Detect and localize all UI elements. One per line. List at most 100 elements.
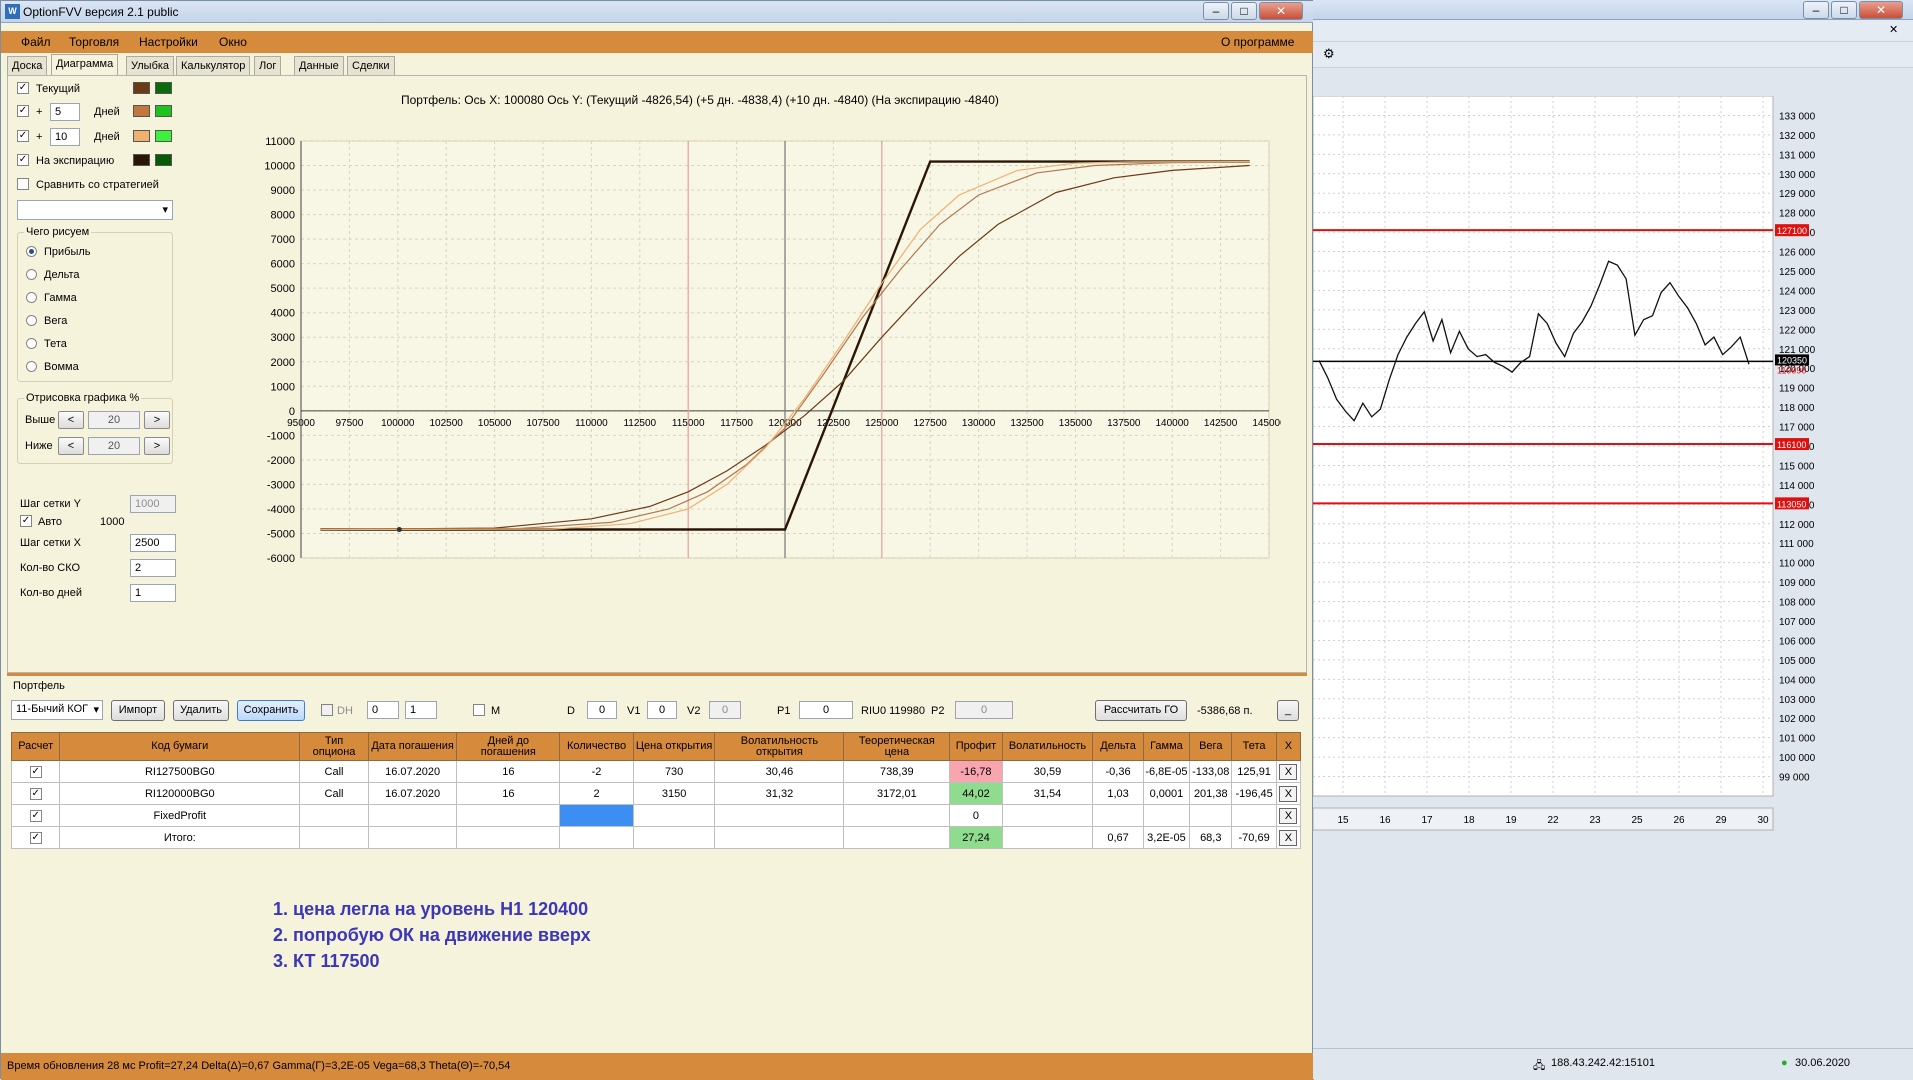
radio-vega[interactable] [26,315,37,326]
dh-spin-2[interactable]: 1 [405,701,437,719]
expiry-color-swatch[interactable] [133,154,150,166]
plus5-checkbox[interactable]: ✓ [17,105,29,117]
d-input[interactable]: 0 [587,701,617,719]
menu-trading[interactable]: Торговля [69,35,119,49]
radio-gamma[interactable] [26,292,37,303]
v1-input[interactable]: 0 [647,701,677,719]
row-delete-button[interactable]: X [1279,785,1298,802]
menu-settings[interactable]: Настройки [139,35,198,49]
close-icon[interactable]: ✕ [1259,2,1303,20]
settings-icon[interactable]: ⚙ [1323,46,1335,62]
row-delete-button[interactable]: X [1279,829,1298,846]
radio-profit[interactable] [26,246,37,257]
col-type[interactable]: Тип опциона [299,732,369,761]
table-row[interactable]: ✓ RI120000BG0 Call 16.07.2020 16 2 3150 … [10,782,1302,805]
m-checkbox[interactable] [473,704,485,716]
col-qty[interactable]: Количество [559,732,634,761]
strategy-dropdown[interactable]: 11-Бычий КОГ ▾ [11,700,103,720]
tab-smile[interactable]: Улыбка [126,56,175,75]
dh-checkbox[interactable] [321,704,333,716]
maximize-icon[interactable]: □ [1831,1,1857,19]
current-color-swatch-2[interactable] [155,82,172,94]
tab-deals[interactable]: Сделки [347,56,395,75]
strategy-select[interactable]: ▾ [17,200,173,220]
cell-price[interactable]: 730 [632,760,716,783]
calc-go-button[interactable]: Рассчитать ГО [1095,700,1187,721]
import-button[interactable]: Импорт [111,700,165,721]
days-count-input[interactable]: 1 [130,584,176,602]
sko-input[interactable]: 2 [130,559,176,577]
minimize-icon[interactable]: – [1803,1,1829,19]
below-decrease-button[interactable]: < [58,437,84,455]
grid-y-input[interactable]: 1000 [130,495,176,513]
col-theo[interactable]: Теоретическая цена [843,732,951,761]
minimize-icon[interactable]: – [1203,2,1229,20]
radio-vomma[interactable] [26,361,37,372]
col-price[interactable]: Цена открытия [632,732,716,761]
menu-about[interactable]: О программе [1221,35,1294,49]
v2-input[interactable]: 0 [709,701,741,719]
p1-input[interactable]: 0 [799,701,853,719]
table-row[interactable]: ✓ RI127500BG0 Call 16.07.2020 16 -2 730 … [10,760,1302,783]
above-value[interactable]: 20 [88,411,140,429]
cell-profit[interactable]: 0 [949,804,1003,827]
expiry-checkbox[interactable]: ✓ [17,154,29,166]
col-theta[interactable]: Тета [1231,732,1277,761]
maximize-icon[interactable]: □ [1231,2,1257,20]
radio-delta[interactable] [26,269,37,280]
delete-button[interactable]: Удалить [173,700,229,721]
close-icon[interactable]: ✕ [1889,23,1898,36]
menu-window[interactable]: Окно [219,35,247,49]
row-calc-checkbox[interactable]: ✓ [29,766,42,778]
col-vol[interactable]: Волатильность [1001,732,1094,761]
radio-theta[interactable] [26,338,37,349]
auto-checkbox[interactable]: ✓ [20,515,32,527]
plus10-checkbox[interactable]: ✓ [17,130,29,142]
above-increase-button[interactable]: > [144,411,170,429]
col-vol-open[interactable]: Волатильность открытия [714,732,845,761]
tab-data[interactable]: Данные [294,56,344,75]
expiry-color-swatch-2[interactable] [155,154,172,166]
plus5-color-swatch-2[interactable] [155,105,172,117]
above-decrease-button[interactable]: < [58,411,84,429]
menu-file[interactable]: Файл [21,35,51,49]
row-calc-checkbox[interactable]: ✓ [29,832,42,844]
table-row[interactable]: ✓ FixedProfit 0 X [10,804,1302,827]
tab-diagram[interactable]: Диаграмма [51,54,119,75]
col-delta[interactable]: Дельта [1092,732,1144,761]
col-code[interactable]: Код бумаги [59,732,301,761]
p2-input[interactable]: 0 [955,701,1013,719]
col-vega[interactable]: Вега [1189,732,1233,761]
col-calc[interactable]: Расчет [10,732,61,761]
panel-minimize-button[interactable]: _ [1277,700,1299,721]
col-profit[interactable]: Профит [949,732,1003,761]
col-gamma[interactable]: Гамма [1142,732,1191,761]
dh-spin-1[interactable]: 0 [367,701,399,719]
tab-calculator[interactable]: Калькулятор [176,56,251,75]
compare-checkbox[interactable] [17,178,29,190]
col-days[interactable]: Дней до погашения [456,732,561,761]
row-calc-checkbox[interactable]: ✓ [29,810,42,822]
plus10-days-input[interactable]: 10 [50,128,80,146]
tab-board[interactable]: Доска [7,56,48,75]
cell-price[interactable] [632,804,716,827]
plus10-color-swatch-2[interactable] [155,130,172,142]
col-date[interactable]: Дата погашения [367,732,458,761]
plus10-color-swatch[interactable] [133,130,150,142]
cell-qty[interactable]: 2 [559,782,634,805]
cell-qty[interactable] [559,804,634,827]
grid-x-input[interactable]: 2500 [130,534,176,552]
tab-log[interactable]: Лог [254,56,282,75]
plus5-color-swatch[interactable] [133,105,150,117]
plus5-days-input[interactable]: 5 [50,103,80,121]
below-value[interactable]: 20 [88,437,140,455]
close-icon[interactable]: ✕ [1859,1,1903,19]
row-delete-button[interactable]: X [1279,807,1298,824]
current-checkbox[interactable]: ✓ [17,82,29,94]
save-button[interactable]: Сохранить [237,700,305,721]
row-delete-button[interactable]: X [1279,763,1298,780]
cell-price[interactable]: 3150 [632,782,716,805]
below-increase-button[interactable]: > [144,437,170,455]
cell-qty[interactable]: -2 [559,760,634,783]
row-calc-checkbox[interactable]: ✓ [29,788,42,800]
